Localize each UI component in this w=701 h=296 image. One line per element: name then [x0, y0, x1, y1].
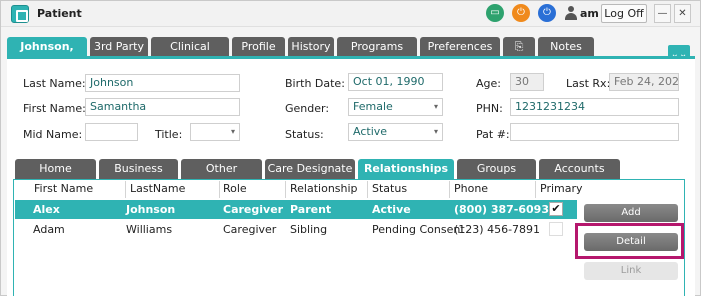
col-phone[interactable]: Phone [454, 182, 488, 195]
last-rx-label: Last Rx: [566, 77, 611, 90]
cell-relationship: Parent [290, 203, 332, 216]
phn-field[interactable]: 1231231234 [510, 98, 679, 116]
app-logo-icon [11, 5, 29, 23]
detail-highlight-box [575, 223, 684, 259]
cell-last-name: Williams [126, 223, 173, 236]
mid-name-field[interactable] [85, 123, 138, 141]
phn-label: PHN: [476, 102, 503, 115]
cell-role: Caregiver [223, 223, 277, 236]
mid-name-label: Mid Name: [23, 128, 83, 141]
col-separator [219, 181, 220, 198]
subtab-home[interactable]: Home [15, 159, 96, 179]
cell-role: Caregiver [223, 203, 284, 216]
subtab-relationships-label: Relationships [363, 162, 449, 175]
dropdown-caret-icon: ▾ [433, 102, 438, 111]
col-role[interactable]: Role [223, 182, 247, 195]
tab-attachments[interactable]: ⎘ [503, 37, 535, 56]
tab-profile[interactable]: Profile [232, 37, 285, 56]
close-button[interactable]: ✕ [674, 4, 691, 23]
tab-3rd-party[interactable]: 3rd Party [90, 37, 148, 56]
pat-number-label: Pat #: [476, 128, 510, 141]
primary-checkbox[interactable]: ✔ [549, 202, 563, 216]
cell-status: Pending Consent [372, 223, 465, 236]
user-icon [565, 6, 577, 20]
cell-first-name: Adam [33, 223, 65, 236]
power-blue-icon[interactable]: ⏻ [538, 4, 556, 22]
paperclip-icon: ⎘ [514, 40, 524, 53]
tab-clinical[interactable]: Clinical [151, 37, 229, 56]
subtab-other[interactable]: Other [181, 159, 262, 179]
age-field: 30 [510, 73, 544, 91]
cell-phone: (800) 387-6093 [454, 203, 549, 216]
pat-number-field[interactable] [510, 123, 679, 141]
last-rx-field: Feb 24, 2021 [609, 73, 679, 91]
monitor-icon[interactable]: ▭ [486, 4, 504, 22]
tab-notes[interactable]: Notes [538, 37, 594, 56]
minimize-button[interactable]: — [654, 4, 671, 23]
col-separator [125, 181, 126, 198]
subtab-business[interactable]: Business [99, 159, 178, 179]
last-name-field[interactable]: Johnson [85, 74, 240, 92]
primary-checkbox[interactable] [549, 222, 563, 236]
subtab-relationships[interactable]: Relationships [358, 159, 454, 193]
birth-date-field[interactable]: Oct 01, 1990 [348, 73, 443, 91]
subtab-accounts[interactable]: Accounts [539, 159, 620, 179]
status-label: Status: [285, 128, 324, 141]
table-row[interactable]: Adam Williams Caregiver Sibling Pending … [15, 220, 577, 239]
tab-history[interactable]: History [288, 37, 334, 56]
table-row[interactable]: Alex Johnson Caregiver Parent Active (80… [15, 200, 577, 219]
gender-label: Gender: [285, 102, 330, 115]
col-status[interactable]: Status [372, 182, 407, 195]
subtab-care-designate[interactable]: Care Designate [265, 159, 355, 179]
col-relationship[interactable]: Relationship [290, 182, 358, 195]
title-bar: Patient ▭ ⏻ ⏻ am Log Off — ✕ [1, 1, 700, 27]
user-name: am [580, 7, 599, 20]
birth-date-label: Birth Date: [285, 77, 345, 90]
log-off-button[interactable]: Log Off [601, 4, 647, 23]
cell-status: Active [372, 203, 411, 216]
tab-preferences[interactable]: Preferences [420, 37, 500, 56]
col-last-name[interactable]: LastName [130, 182, 185, 195]
cell-last-name: Johnson [126, 203, 176, 216]
col-separator [285, 181, 286, 198]
add-button[interactable]: Add [584, 204, 678, 222]
cell-first-name: Alex [33, 203, 60, 216]
window-title: Patient [37, 7, 82, 20]
title-label: Title: [155, 128, 183, 141]
col-separator [449, 181, 450, 198]
power-icon[interactable]: ⏻ [512, 4, 530, 22]
col-first-name[interactable]: First Name [34, 182, 93, 195]
first-name-field[interactable]: Samantha [85, 98, 240, 116]
dropdown-caret-icon: ▾ [433, 127, 438, 136]
gender-select[interactable]: Female ▾ [348, 98, 443, 116]
patient-window: Patient ▭ ⏻ ⏻ am Log Off — ✕ Johnson, Sa… [0, 0, 701, 296]
status-select[interactable]: Active ▾ [348, 123, 443, 141]
tab-patient-name[interactable]: Johnson, Samai [7, 37, 87, 72]
age-label: Age: [476, 77, 501, 90]
col-separator [535, 181, 536, 198]
title-select[interactable]: ▾ [190, 123, 240, 141]
dropdown-caret-icon: ▾ [230, 127, 235, 136]
link-button[interactable]: Link [584, 262, 678, 280]
cell-relationship: Sibling [290, 223, 328, 236]
col-separator [367, 181, 368, 198]
first-name-label: First Name: [23, 102, 86, 115]
col-primary[interactable]: Primary [540, 182, 583, 195]
cell-phone: (123) 456-7891 [454, 223, 541, 236]
tab-programs[interactable]: Programs [337, 37, 417, 56]
subtab-groups[interactable]: Groups [457, 159, 536, 179]
last-name-label: Last Name: [23, 77, 86, 90]
